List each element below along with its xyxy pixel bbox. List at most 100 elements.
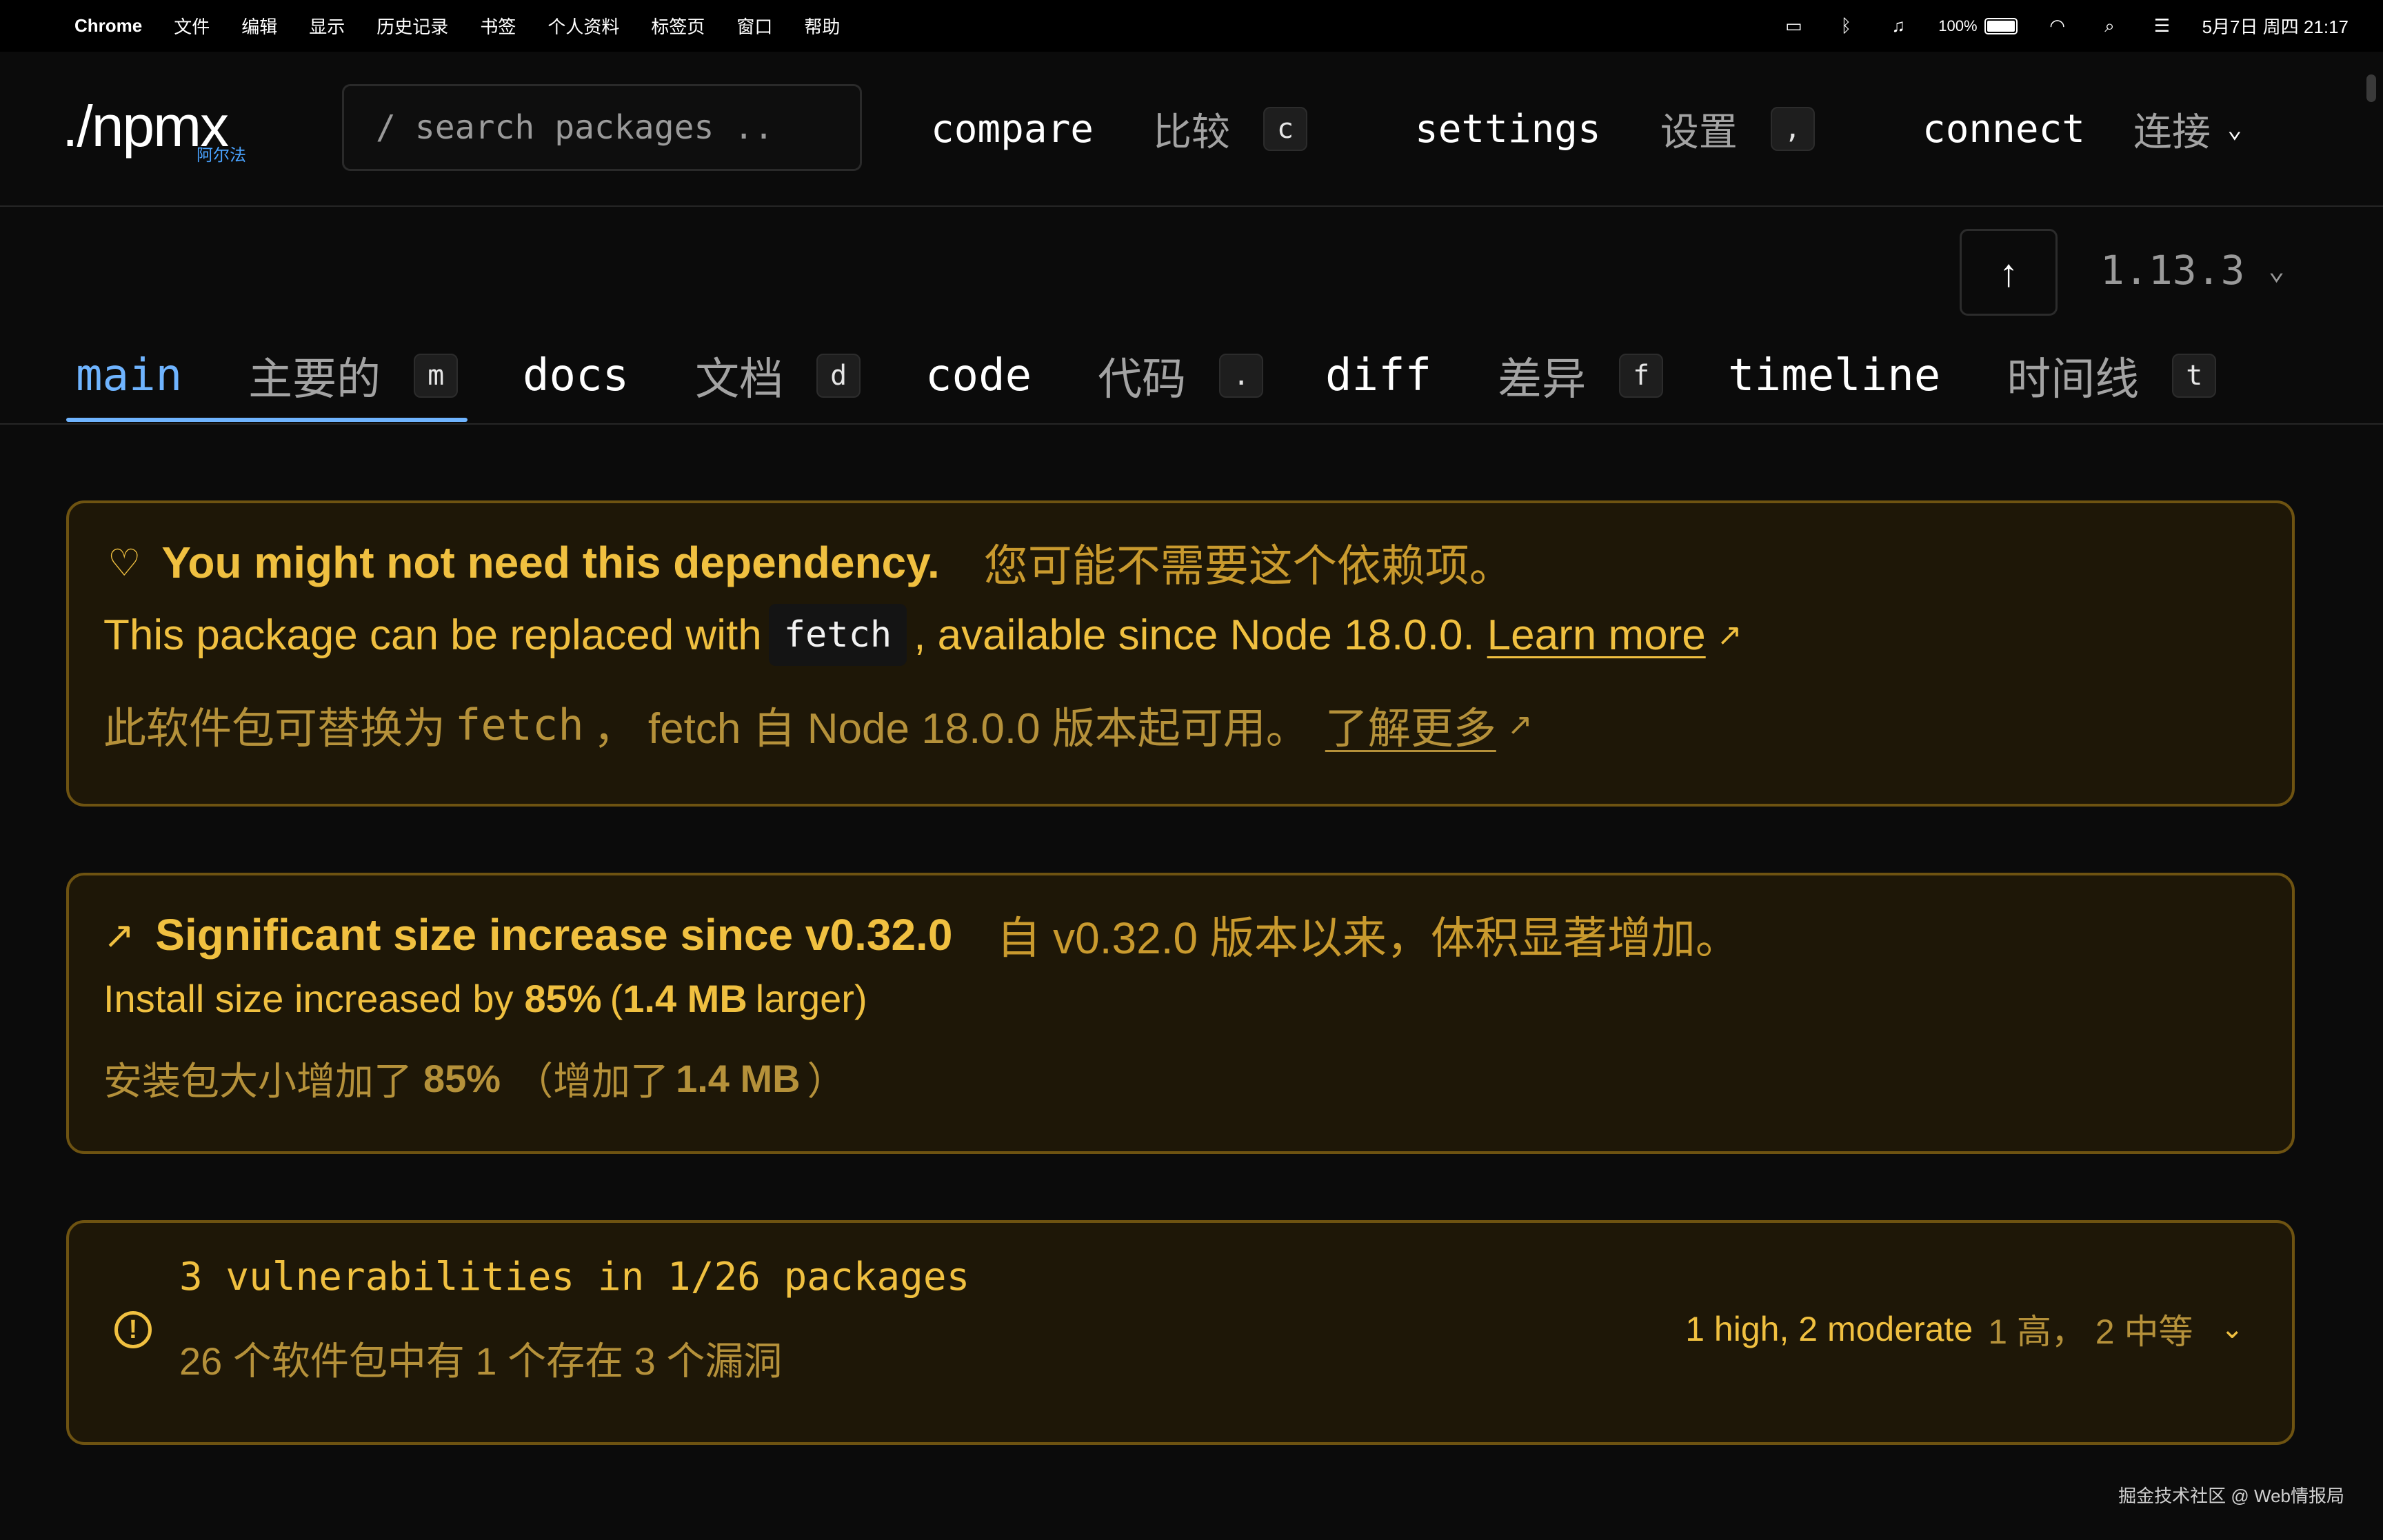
menubar-datetime[interactable]: 5月7日 周四 21:17 — [2202, 13, 2349, 39]
nav-connect-label-zh: 连接 — [2133, 110, 2211, 155]
code-fetch: fetch — [768, 604, 907, 666]
active-tab-indicator — [66, 418, 467, 422]
trending-up-icon: ↗ — [103, 914, 135, 956]
size-title-zh: 自 v0.32.0 版本以来，体积显著增加。 — [996, 913, 1740, 963]
spotlight-search-icon[interactable]: ⌕ — [2098, 15, 2122, 36]
nav-compare-label-zh: 比较 — [1153, 110, 1231, 155]
menu-tabs[interactable]: 标签页 — [651, 13, 705, 39]
menu-profiles[interactable]: 个人资料 — [547, 13, 619, 39]
kbd-timeline: t — [2172, 354, 2217, 398]
package-tabs: main 主要的 m docs 文档 d code 代码 . diff 差异 f… — [0, 331, 2383, 425]
size-increase-title: ↗ Significant size increase since v0.32.… — [103, 903, 1740, 966]
kbd-settings: , — [1770, 107, 1815, 151]
menubar-app-name[interactable]: Chrome — [74, 15, 142, 37]
dependency-text-b: , available since Node 18.0.0. — [914, 611, 1475, 659]
search-shortcut-slash: / — [376, 108, 396, 147]
vulnerabilities-notice[interactable]: ! 3 vulnerabilities in 1/26 packages 26 … — [66, 1220, 2295, 1445]
kbd-diff: f — [1619, 354, 1664, 398]
lightbulb-icon: ♡ — [108, 542, 141, 584]
size-line-zh: 安装包大小增加了 85% （增加了 1.4 MB ） — [103, 1051, 846, 1106]
music-icon[interactable]: ♫ — [1886, 15, 1911, 36]
size-mb: 1.4 MB — [623, 977, 747, 1020]
nav-settings[interactable]: settings 设置 , — [1415, 101, 1815, 156]
battery-icon — [1984, 17, 2018, 34]
dependency-notice: ♡ You might not need this dependency. 您可… — [66, 500, 2295, 807]
external-link-icon: ↗ — [1507, 707, 1533, 742]
tab-code[interactable]: code 代码 . — [925, 345, 1264, 407]
tab-code-label-zh: 代码 — [1098, 354, 1187, 405]
system-menubar: Chrome 文件 编辑 显示 历史记录 书签 个人资料 标签页 窗口 帮助 ▭… — [0, 0, 2383, 52]
dependency-text-zh-a: 此软件包可替换为 — [103, 705, 446, 753]
external-link-icon: ↗ — [1716, 618, 1742, 652]
tab-timeline-label: timeline — [1728, 350, 1941, 401]
menu-edit[interactable]: 编辑 — [241, 13, 277, 39]
vuln-severity-summary[interactable]: 1 high, 2 moderate 1 高， 2 中等 ⌄ — [1685, 1304, 2244, 1354]
chevron-down-icon: ⌄ — [2220, 1314, 2244, 1344]
size-text-zh-a: 安装包大小增加了 — [103, 1060, 412, 1103]
dependency-text-a: This package can be replaced with — [103, 611, 762, 659]
control-center-icon[interactable]: ☰ — [2150, 15, 2175, 36]
apple-icon[interactable] — [28, 15, 47, 37]
arrow-up-icon: ↑ — [1999, 250, 2018, 294]
nav-compare-label: compare — [931, 106, 1094, 152]
tab-diff-label: diff — [1325, 350, 1432, 401]
nav-settings-label: settings — [1415, 106, 1601, 152]
dependency-line-en: This package can be replaced with fetch … — [103, 604, 1742, 666]
size-increase-notice: ↗ Significant size increase since v0.32.… — [66, 873, 2295, 1154]
dependency-title-en: You might not need this dependency. — [161, 538, 940, 587]
kbd-main: m — [414, 354, 459, 398]
bluetooth-icon[interactable]: ᛒ — [1833, 15, 1858, 36]
tab-timeline-label-zh: 时间线 — [2007, 354, 2140, 405]
tab-diff[interactable]: diff 差异 f — [1325, 345, 1664, 407]
kbd-compare: c — [1263, 107, 1308, 151]
learn-more-link-zh[interactable]: 了解更多 — [1325, 693, 1496, 756]
chevron-down-icon: ⌄ — [2268, 254, 2285, 286]
size-text-c: larger) — [755, 977, 867, 1020]
tab-code-label: code — [925, 350, 1032, 401]
wifi-icon[interactable]: ◠ — [2045, 15, 2070, 36]
nav-connect[interactable]: connect 连接 ⌄ — [1922, 101, 2242, 156]
search-placeholder: search packages .. — [414, 108, 774, 147]
size-percent-zh: 85% — [423, 1057, 501, 1100]
nav-connect-label: connect — [1922, 106, 2086, 152]
learn-more-link[interactable]: Learn more — [1487, 611, 1706, 660]
menu-history[interactable]: 历史记录 — [376, 13, 448, 39]
tab-docs-label-zh: 文档 — [695, 354, 784, 405]
menu-window[interactable]: 窗口 — [736, 13, 772, 39]
vuln-title-en: 3 vulnerabilities in 1/26 packages — [179, 1255, 970, 1299]
nav-settings-label-zh: 设置 — [1660, 110, 1738, 155]
menu-file[interactable]: 文件 — [174, 13, 210, 39]
screen-mirror-icon[interactable]: ▭ — [1781, 15, 1806, 36]
vuln-summary-zh: 1 高， 2 中等 — [1988, 1313, 2193, 1351]
code-fetch-zh: fetch — [455, 699, 584, 750]
chevron-down-icon: ⌄ — [2227, 114, 2242, 143]
watermark: 掘金技术社区 @ Web情报局 — [2118, 1486, 2344, 1506]
menu-view[interactable]: 显示 — [309, 13, 345, 39]
version-value: 1.13.3 — [2100, 247, 2245, 294]
menu-help[interactable]: 帮助 — [804, 13, 840, 39]
size-mb-zh: 1.4 MB — [676, 1057, 801, 1100]
tab-docs-label: docs — [523, 350, 630, 401]
tab-docs[interactable]: docs 文档 d — [523, 345, 861, 407]
size-text-b: ( — [610, 977, 623, 1020]
tab-main[interactable]: main 主要的 m — [76, 345, 459, 407]
vuln-title-zh: 26 个软件包中有 1 个存在 3 个漏洞 — [179, 1339, 783, 1383]
scroll-top-button[interactable]: ↑ — [1960, 229, 2058, 316]
size-text-zh-c: ） — [807, 1060, 846, 1103]
size-title-en: Significant size increase since v0.32.0 — [155, 910, 953, 960]
size-percent: 85% — [524, 977, 602, 1020]
tab-timeline[interactable]: timeline 时间线 t — [1728, 345, 2217, 407]
battery-status[interactable]: 100% — [1938, 17, 2018, 35]
version-selector[interactable]: 1.13.3 ⌄ — [2100, 247, 2285, 294]
size-text-a: Install size increased by — [103, 977, 514, 1020]
dependency-line-zh: 此软件包可替换为 fetch ， fetch 自 Node 18.0.0 版本起… — [103, 693, 1533, 756]
search-input[interactable]: / search packages .. — [342, 84, 862, 171]
logo-prefix: ./ — [62, 94, 93, 159]
dependency-title-zh: 您可能不需要这个依赖项。 — [983, 541, 1514, 591]
kbd-code: . — [1219, 354, 1264, 398]
tab-main-label-zh: 主要的 — [248, 354, 381, 405]
site-header: ./npmx 阿尔法 / search packages .. compare … — [0, 52, 2383, 207]
nav-compare[interactable]: compare 比较 c — [931, 101, 1308, 156]
kbd-docs: d — [816, 354, 861, 398]
menu-bookmarks[interactable]: 书签 — [480, 13, 516, 39]
